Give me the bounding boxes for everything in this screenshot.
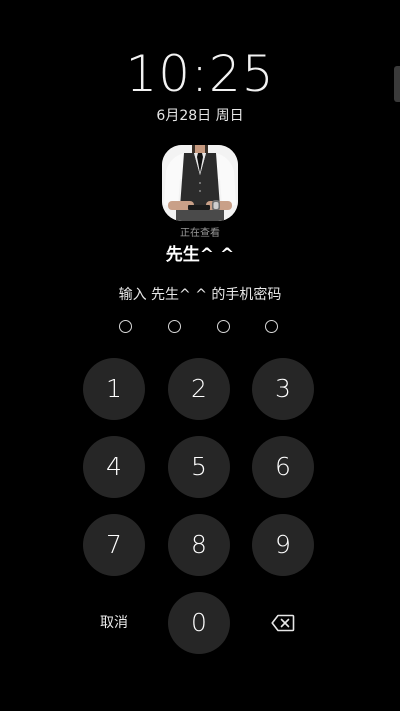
key-8[interactable]: 8	[168, 514, 230, 576]
passcode-prompt: 输入 先生^ ^ 的手机密码	[118, 287, 282, 303]
backspace-icon	[271, 614, 295, 632]
delete-button[interactable]	[252, 592, 314, 654]
key-6[interactable]: 6	[252, 436, 314, 498]
cancel-button[interactable]: 取消	[83, 592, 145, 654]
lock-screen: 10:25 6月28日 周日 正在查看 先生^ ^ 输入 先生^ ^ 的手机密码…	[0, 0, 400, 711]
key-7[interactable]: 7	[83, 514, 145, 576]
date-label: 6月28日 周日	[156, 108, 244, 124]
avatar	[162, 145, 238, 221]
key-5[interactable]: 5	[168, 436, 230, 498]
passcode-dots	[0, 320, 400, 336]
user-name: 先生^ ^	[165, 245, 235, 265]
clock-time: 10:25	[125, 45, 275, 103]
passcode-dot	[168, 320, 181, 333]
passcode-dot	[217, 320, 230, 333]
passcode-dot	[265, 320, 278, 333]
key-0[interactable]: 0	[168, 592, 230, 654]
key-2[interactable]: 2	[168, 358, 230, 420]
key-3[interactable]: 3	[252, 358, 314, 420]
key-4[interactable]: 4	[83, 436, 145, 498]
passcode-dot	[119, 320, 132, 333]
key-9[interactable]: 9	[252, 514, 314, 576]
viewing-label: 正在查看	[180, 228, 220, 239]
profile-photo-icon	[162, 145, 238, 221]
key-1[interactable]: 1	[83, 358, 145, 420]
